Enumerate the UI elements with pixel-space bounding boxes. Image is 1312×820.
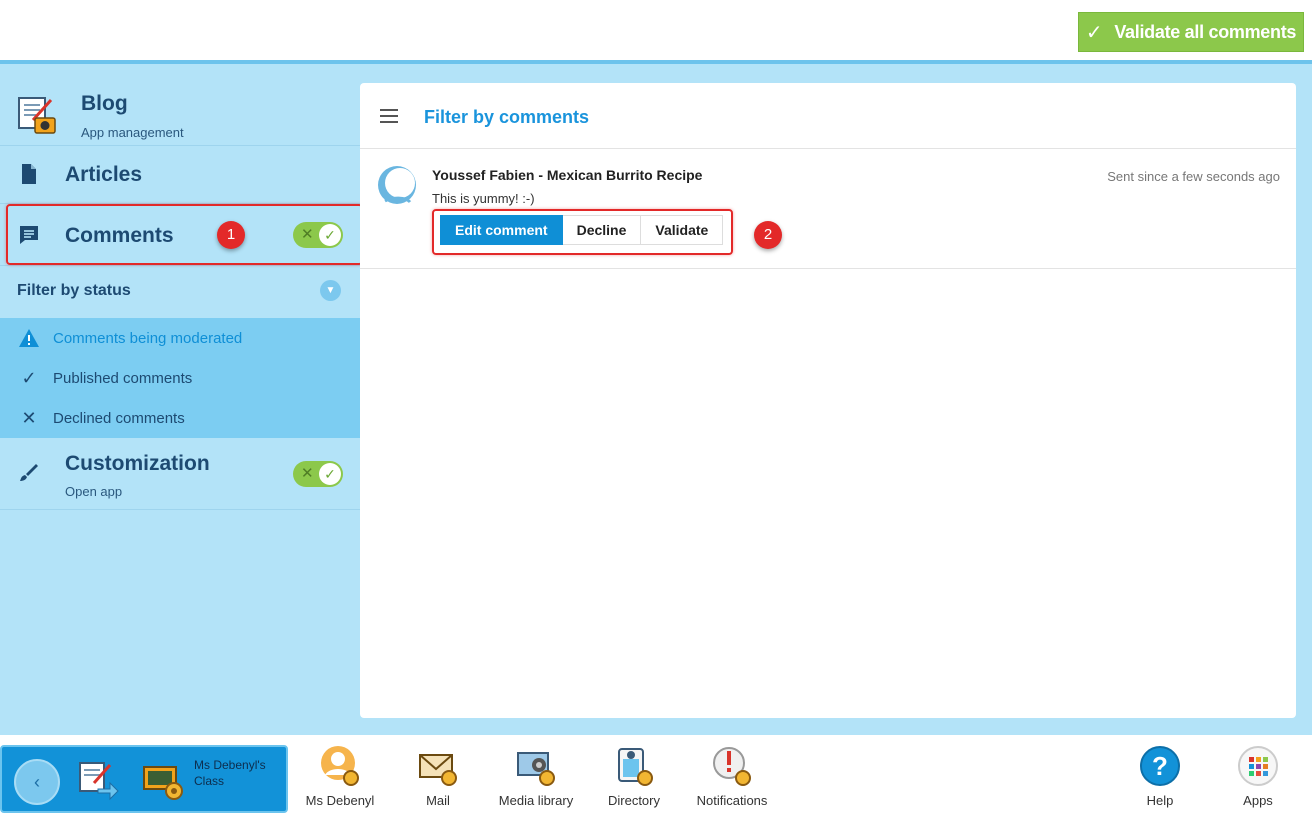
x-icon: ✕: [301, 465, 314, 482]
dock-item-media-library[interactable]: Media library: [491, 745, 581, 815]
sidebar-item-customization[interactable]: Customization Open app ✕ ✓: [0, 438, 360, 510]
checkmark-icon: ✓: [21, 368, 37, 388]
comment-text: This is yummy! :-): [432, 191, 535, 206]
dock-item-ms-debenyl[interactable]: Ms Debenyl: [295, 745, 385, 815]
avatar-icon: [378, 166, 416, 204]
filter-list: Comments being moderated ✓ Published com…: [0, 318, 360, 438]
user-profile-icon: [321, 746, 359, 786]
media-icon: [517, 752, 555, 786]
x-icon: ✕: [21, 408, 37, 428]
sidebar-item-label: Articles: [65, 163, 143, 186]
app-header: Blog App management: [0, 68, 360, 146]
menu-icon[interactable]: [380, 109, 398, 123]
blog-app-icon: [18, 97, 56, 134]
class-icon: [143, 766, 183, 800]
dock-item-notifications[interactable]: Notifications: [687, 745, 777, 815]
main-panel: Filter by comments Youssef Fabien - Mexi…: [360, 83, 1296, 718]
top-bar: ✓ Validate all comments: [0, 0, 1312, 64]
annotation-badge-2: 2: [754, 221, 782, 249]
chevron-down-icon[interactable]: ▼: [320, 280, 341, 301]
highlight-box-1: [6, 204, 363, 265]
filter-label: Filter by status: [17, 282, 131, 299]
filter-item-moderated[interactable]: Comments being moderated: [0, 318, 360, 358]
mail-icon: [419, 754, 457, 786]
help-icon: ?: [1140, 746, 1180, 786]
sidebar-item-label: Customization: [65, 452, 210, 475]
document-icon: [22, 164, 36, 184]
notification-icon: [713, 747, 751, 786]
comment-author: Youssef Fabien - Mexican Burrito Recipe: [432, 167, 703, 183]
sidebar-item-articles[interactable]: Articles: [0, 146, 360, 204]
dock-item-directory[interactable]: Directory: [589, 745, 679, 815]
highlight-box-2: [432, 209, 733, 255]
dock-item-apps[interactable]: Apps: [1213, 745, 1303, 815]
apps-grid-icon: [1238, 746, 1278, 786]
sidebar-item-sublabel: Open app: [65, 484, 123, 499]
dock-item-label: Apps: [1243, 793, 1273, 808]
filter-item-published[interactable]: ✓ Published comments: [0, 358, 360, 398]
back-arrow-icon[interactable]: ‹: [14, 759, 60, 805]
dock-item-mail[interactable]: Mail: [393, 745, 483, 815]
blog-app-icon: [79, 762, 119, 801]
app-title: Blog: [81, 92, 128, 115]
dock-item-label: Ms Debenyl: [305, 793, 375, 808]
dock-item-label: Notifications: [696, 793, 768, 808]
dock-item-help[interactable]: ? Help: [1115, 745, 1205, 815]
filter-by-status-header[interactable]: Filter by status ▼: [0, 266, 360, 318]
paintbrush-icon: [20, 464, 38, 481]
customization-toggle[interactable]: ✕ ✓: [293, 461, 343, 487]
validate-all-button[interactable]: ✓ Validate all comments: [1078, 12, 1304, 52]
sidebar: Blog App management Articles Comments ✕ …: [0, 68, 360, 732]
checkmark-icon: ✓: [1085, 21, 1103, 44]
filter-item-label: Comments being moderated: [53, 330, 243, 347]
filter-item-declined[interactable]: ✕ Declined comments: [0, 398, 360, 438]
annotation-badge-1: 1: [217, 221, 245, 249]
svg-text:?: ?: [1152, 751, 1168, 781]
filter-item-label: Published comments: [53, 370, 193, 387]
dock-item-label: Help: [1146, 793, 1174, 808]
dock-item-label: Directory: [607, 793, 660, 808]
dock-item-label: Media library: [498, 793, 574, 808]
comment-timestamp: Sent since a few seconds ago: [1107, 169, 1280, 184]
filter-item-label: Declined comments: [53, 410, 185, 427]
validate-all-label: Validate all comments: [1114, 21, 1297, 42]
current-class-tile[interactable]: ‹ Ms Debenyl's Class: [0, 745, 288, 813]
warning-icon: [19, 329, 39, 347]
dock-item-label: Mail: [426, 793, 450, 808]
app-subtitle: App management: [81, 125, 184, 140]
bottom-dock: ‹ Ms Debenyl's Class Ms Debenyl Mail Med…: [0, 732, 1312, 820]
panel-header: Filter by comments: [360, 83, 1296, 149]
directory-icon: [618, 748, 653, 786]
panel-title: Filter by comments: [424, 107, 590, 127]
checkmark-icon: ✓: [319, 463, 341, 485]
class-label: Ms Debenyl's Class: [194, 758, 266, 788]
